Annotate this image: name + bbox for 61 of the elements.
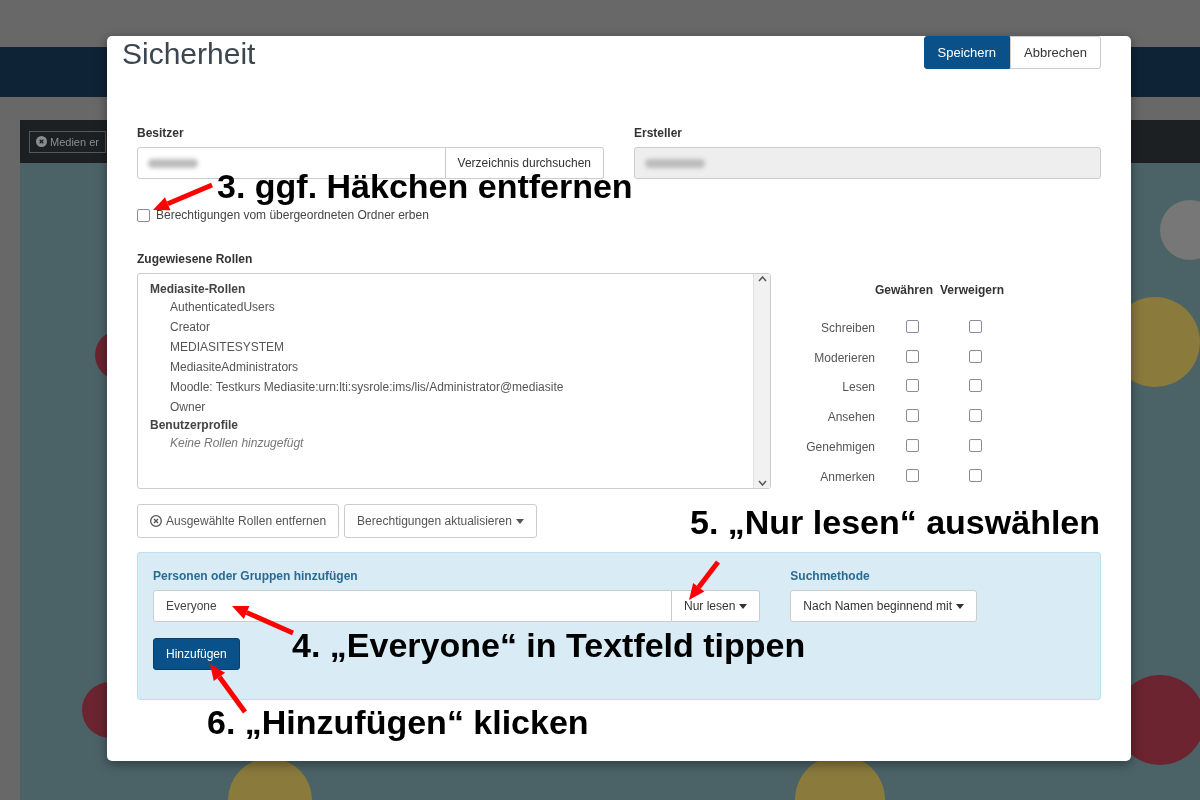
add-button[interactable]: Hinzufügen xyxy=(153,638,240,670)
grant-checkbox[interactable] xyxy=(906,468,919,482)
permission-label: Moderieren xyxy=(814,350,875,365)
remove-icon xyxy=(36,136,47,147)
bubble-drawing xyxy=(1160,200,1200,260)
grant-checkbox[interactable] xyxy=(906,320,919,334)
annotation-text: 5. „Nur lesen“ auswählen xyxy=(690,502,1101,543)
grant-checkbox[interactable] xyxy=(906,438,919,452)
caret-icon xyxy=(739,603,748,609)
role-item[interactable]: MediasiteAdministrators xyxy=(150,357,741,377)
deny-checkbox[interactable] xyxy=(969,409,982,423)
caret-icon xyxy=(956,603,965,609)
search-method-label: Suchmethode xyxy=(790,569,871,583)
deny-checkbox[interactable] xyxy=(969,379,982,393)
people-input-field[interactable]: Everyone xyxy=(153,590,672,622)
deny-checkbox[interactable] xyxy=(969,320,982,334)
dialog-title: Sicherheit xyxy=(122,36,256,71)
deny-checkbox[interactable] xyxy=(969,438,982,452)
grant-checkbox[interactable] xyxy=(906,409,919,423)
annotation-text: 4. „Everyone“ in Textfeld tippen xyxy=(292,625,806,666)
remove-icon xyxy=(150,515,162,527)
remove-roles-button[interactable]: Ausgewählte Rollen entfernen xyxy=(137,504,340,538)
creator-label: Ersteller xyxy=(634,126,684,140)
role-item[interactable]: Moodle: Testkurs Mediasite:urn:lti:sysrole:ims/lis/Administrator@mediasite xyxy=(150,377,741,397)
caret-icon xyxy=(515,518,524,524)
roles-label: Zugewiesene Rollen xyxy=(137,252,254,266)
grant-checkbox[interactable] xyxy=(906,349,919,363)
arrow xyxy=(153,182,213,211)
deny-heading: Verweigern xyxy=(940,283,1005,298)
inherit-checkbox[interactable] xyxy=(137,208,150,222)
permission-label: Ansehen xyxy=(827,410,875,425)
annotation-text: 6. „Hinzufügen“ klicken xyxy=(207,702,589,743)
grant-heading: Gewähren xyxy=(875,283,934,298)
scroll-down-icon[interactable] xyxy=(757,480,767,486)
search-method-dropdown[interactable]: Nach Namen beginnend mit xyxy=(790,590,978,622)
empty-roles-text: Keine Rollen hinzugefügt xyxy=(169,435,305,452)
permission-label: Anmerken xyxy=(820,469,875,484)
role-group-heading: Benutzerprofile xyxy=(150,417,239,433)
media-button[interactable]: Medien er xyxy=(29,130,106,153)
update-permissions-button[interactable]: Berechtigungen aktualisieren xyxy=(344,504,537,538)
owner-label: Besitzer xyxy=(137,126,185,140)
inherit-label: Berechtigungen vom übergeordneten Ordner erben xyxy=(156,208,429,222)
arrow xyxy=(232,606,294,636)
arrow xyxy=(689,560,720,600)
scroll-up-icon[interactable] xyxy=(757,276,767,282)
save-button[interactable]: Speichern xyxy=(923,36,1011,69)
cancel-button[interactable]: Abbrechen xyxy=(1010,36,1101,69)
scrollbar[interactable] xyxy=(753,274,770,488)
grant-checkbox[interactable] xyxy=(906,379,919,393)
role-item[interactable]: MEDIASITESYSTEM xyxy=(150,337,741,357)
permission-label: Lesen xyxy=(842,380,875,395)
role-item[interactable]: AuthenticatedUsers xyxy=(150,297,741,317)
role-item[interactable]: Creator xyxy=(150,317,741,337)
role-group-heading: Mediasite-Rollen xyxy=(150,281,247,297)
deny-checkbox[interactable] xyxy=(969,468,982,482)
add-people-label: Personen oder Gruppen hinzufügen xyxy=(153,569,359,583)
access-dropdown[interactable]: Nur lesen xyxy=(672,590,761,622)
role-item[interactable]: Owner xyxy=(150,397,741,417)
deny-checkbox[interactable] xyxy=(969,349,982,363)
permission-label: Genehmigen xyxy=(806,439,875,454)
permission-label: Schreiben xyxy=(820,321,875,336)
